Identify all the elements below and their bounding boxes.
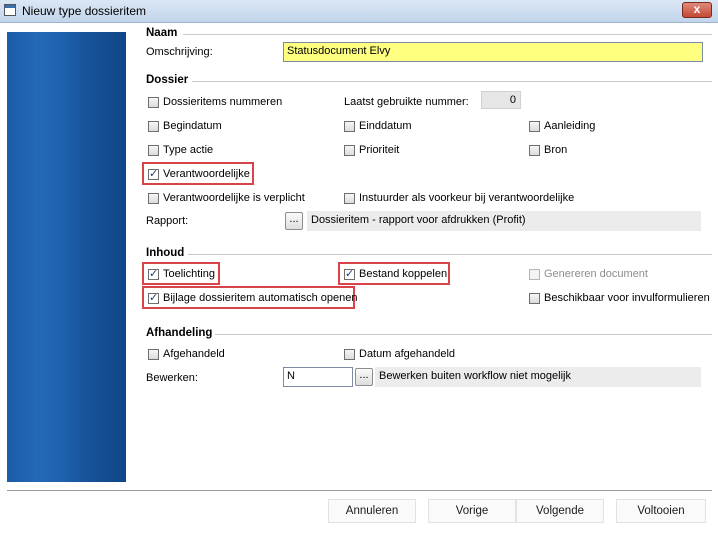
section-afhandeling: Afhandeling bbox=[146, 327, 213, 339]
window-title: Nieuw type dossieritem bbox=[22, 4, 147, 18]
checkbox-beschikbaar-invulformulieren[interactable]: Beschikbaar voor invulformulieren bbox=[529, 292, 710, 304]
checkbox-label: Verantwoordelijke is verplicht bbox=[163, 192, 305, 204]
checkbox-bestand-koppelen[interactable]: Bestand koppelen bbox=[344, 267, 448, 280]
checkbox-type-actie[interactable]: Type actie bbox=[148, 144, 213, 156]
checkbox-box[interactable] bbox=[148, 348, 159, 360]
checkbox-box[interactable] bbox=[148, 192, 159, 204]
annuleren-button[interactable]: Annuleren bbox=[328, 499, 416, 523]
checkbox-box[interactable] bbox=[344, 144, 355, 156]
checkbox-box[interactable] bbox=[148, 267, 159, 280]
checkbox-label: Prioriteit bbox=[359, 144, 400, 156]
bewerken-browse-button[interactable]: ... bbox=[355, 368, 373, 386]
checkbox-instuurder-voorkeur[interactable]: Instuurder als voorkeur bij verantwoorde… bbox=[344, 192, 574, 204]
bewerken-description: Bewerken buiten workflow niet mogelijk bbox=[375, 367, 701, 387]
checkbox-verantwoordelijke-verplicht[interactable]: Verantwoordelijke is verplicht bbox=[148, 192, 305, 204]
separator bbox=[192, 81, 712, 82]
checkbox-box bbox=[529, 268, 540, 280]
checkbox-label: Bijlage dossieritem automatisch openen bbox=[163, 292, 358, 304]
checkbox-label: Instuurder als voorkeur bij verantwoorde… bbox=[359, 192, 575, 204]
checkbox-toelichting[interactable]: Toelichting bbox=[148, 267, 215, 280]
section-naam: Naam bbox=[146, 27, 178, 39]
checkbox-label: Einddatum bbox=[359, 120, 412, 132]
checkbox-begindatum[interactable]: Begindatum bbox=[148, 120, 222, 132]
checkbox-box[interactable] bbox=[529, 120, 540, 132]
checkbox-aanleiding[interactable]: Aanleiding bbox=[529, 120, 595, 132]
checkbox-genereren-document: Genereren document bbox=[529, 268, 648, 280]
checkbox-box[interactable] bbox=[148, 291, 159, 304]
checkbox-box[interactable] bbox=[148, 120, 159, 132]
checkbox-dossieritems-nummeren[interactable]: Dossieritems nummeren bbox=[148, 96, 282, 108]
checkbox-prioriteit[interactable]: Prioriteit bbox=[344, 144, 399, 156]
checkbox-box[interactable] bbox=[344, 192, 355, 204]
checkbox-box[interactable] bbox=[148, 167, 159, 180]
checkbox-label: Dossieritems nummeren bbox=[163, 96, 283, 108]
separator bbox=[188, 254, 712, 255]
vorige-button[interactable]: Vorige bbox=[428, 499, 516, 523]
checkbox-label: Afgehandeld bbox=[163, 348, 225, 360]
volgende-button[interactable]: Volgende bbox=[516, 499, 604, 523]
checkbox-bijlage-automatisch-openen[interactable]: Bijlage dossieritem automatisch openen bbox=[148, 291, 358, 304]
checkbox-verantwoordelijke[interactable]: Verantwoordelijke bbox=[148, 167, 250, 180]
laatst-nummer-field: 0 bbox=[481, 91, 521, 109]
title-bar: Nieuw type dossieritem x bbox=[0, 0, 718, 23]
wizard-sidebar-banner bbox=[7, 32, 126, 482]
omschrijving-input[interactable]: Statusdocument Elvy bbox=[283, 42, 703, 62]
laatst-nummer-label: Laatst gebruikte nummer: bbox=[344, 96, 469, 108]
checkbox-label: Type actie bbox=[163, 144, 214, 156]
separator bbox=[183, 34, 712, 35]
checkbox-label: Datum afgehandeld bbox=[359, 348, 456, 360]
voltooien-button[interactable]: Voltooien bbox=[616, 499, 706, 523]
bewerken-input[interactable]: N bbox=[283, 367, 353, 387]
checkbox-label: Verantwoordelijke bbox=[163, 168, 250, 180]
separator bbox=[215, 334, 712, 335]
checkbox-box[interactable] bbox=[529, 144, 540, 156]
close-button[interactable]: x bbox=[682, 2, 712, 18]
checkbox-box[interactable] bbox=[344, 348, 355, 360]
checkbox-label: Beschikbaar voor invulformulieren bbox=[544, 292, 710, 304]
checkbox-datum-afgehandeld[interactable]: Datum afgehandeld bbox=[344, 348, 455, 360]
checkbox-box[interactable] bbox=[148, 96, 159, 108]
checkbox-label: Aanleiding bbox=[544, 120, 596, 132]
rapport-field: Dossieritem - rapport voor afdrukken (Pr… bbox=[307, 211, 701, 231]
window-icon bbox=[4, 4, 16, 16]
rapport-browse-button[interactable]: ... bbox=[285, 212, 303, 230]
checkbox-label: Genereren document bbox=[544, 268, 648, 280]
checkbox-label: Bron bbox=[544, 144, 568, 156]
checkbox-box[interactable] bbox=[344, 120, 355, 132]
bewerken-label: Bewerken: bbox=[146, 372, 198, 384]
checkbox-box[interactable] bbox=[148, 144, 159, 156]
rapport-label: Rapport: bbox=[146, 215, 189, 227]
section-inhoud: Inhoud bbox=[146, 247, 185, 259]
omschrijving-label: Omschrijving: bbox=[146, 46, 213, 58]
checkbox-box[interactable] bbox=[529, 292, 540, 304]
checkbox-label: Toelichting bbox=[163, 268, 215, 280]
section-dossier: Dossier bbox=[146, 74, 189, 86]
checkbox-label: Begindatum bbox=[163, 120, 222, 132]
checkbox-afgehandeld[interactable]: Afgehandeld bbox=[148, 348, 225, 360]
checkbox-bron[interactable]: Bron bbox=[529, 144, 567, 156]
checkbox-einddatum[interactable]: Einddatum bbox=[344, 120, 412, 132]
checkbox-box[interactable] bbox=[344, 267, 355, 280]
checkbox-label: Bestand koppelen bbox=[359, 268, 448, 280]
footer-separator bbox=[7, 490, 712, 491]
